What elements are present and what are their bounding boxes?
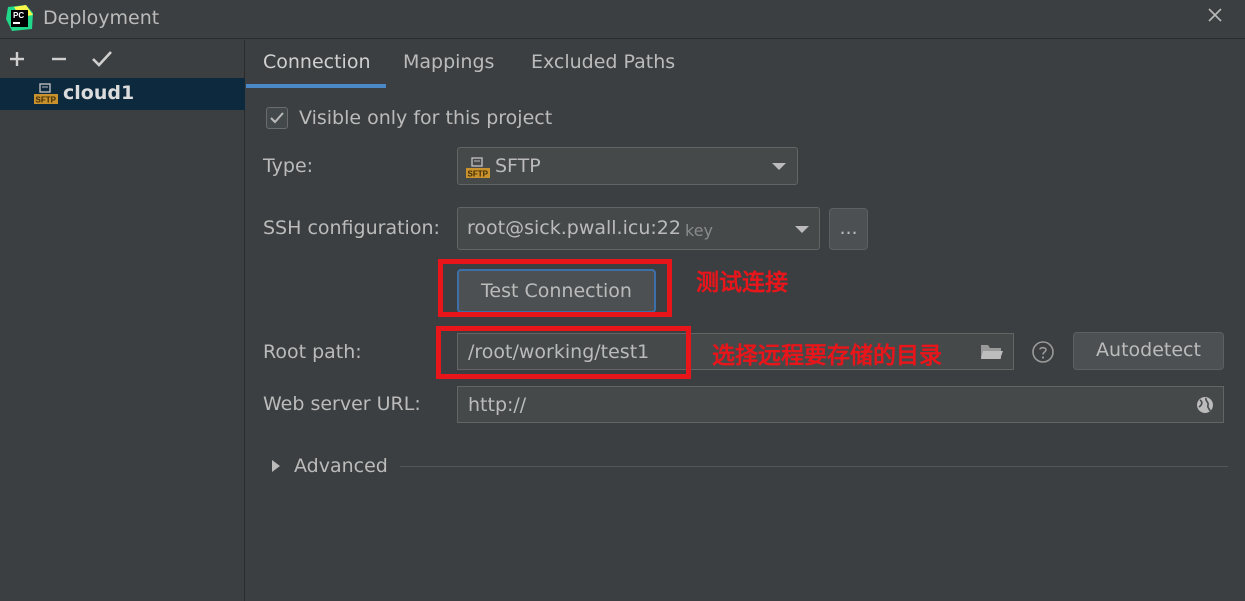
web-server-url-label: Web server URL: (263, 393, 421, 415)
add-icon[interactable] (5, 48, 29, 70)
advanced-divider (400, 466, 1228, 467)
visible-only-checkbox[interactable] (266, 107, 288, 129)
root-path-annotation: 选择远程要存储的目录 (712, 343, 942, 369)
web-server-url-field[interactable]: http:// (457, 386, 1224, 423)
sftp-type-icon: SFTP (466, 157, 490, 179)
type-dropdown[interactable]: SFTP SFTP (457, 147, 798, 185)
server-list-panel: SFTP cloud1 (0, 40, 245, 601)
advanced-section-label[interactable]: Advanced (294, 455, 388, 477)
expand-arrow-icon[interactable] (270, 459, 282, 473)
type-label: Type: (263, 155, 314, 177)
checkmark-icon[interactable] (90, 48, 114, 70)
chevron-down-icon (795, 226, 809, 233)
tab-excluded-paths[interactable]: Excluded Paths (531, 51, 675, 73)
title-bar: PC Deployment (0, 0, 1245, 39)
ssh-config-more-button[interactable]: ... (829, 208, 868, 250)
help-icon[interactable] (1031, 340, 1055, 364)
visible-only-label: Visible only for this project (299, 107, 553, 129)
ssh-config-value: root@sick.pwall.icu:22 (467, 217, 681, 239)
close-icon[interactable] (1204, 4, 1226, 26)
tab-bar: Connection Mappings Excluded Paths (246, 40, 1245, 90)
server-item-cloud1[interactable]: SFTP cloud1 (0, 78, 245, 110)
globe-icon[interactable] (1195, 395, 1215, 415)
type-value: SFTP (495, 155, 541, 177)
svg-text:PC: PC (13, 11, 24, 20)
tab-mappings[interactable]: Mappings (403, 51, 494, 73)
ssh-config-dropdown[interactable]: root@sick.pwall.icu:22 key (457, 207, 820, 250)
test-connection-annotation: 测试连接 (696, 270, 788, 296)
root-path-highlight (436, 326, 691, 379)
root-path-label: Root path: (263, 341, 362, 363)
tab-connection[interactable]: Connection (263, 51, 371, 73)
sftp-server-icon: SFTP (34, 83, 58, 105)
folder-icon[interactable] (980, 342, 1004, 362)
active-tab-indicator (246, 84, 386, 88)
pycharm-logo-icon: PC (6, 5, 33, 31)
ssh-config-label: SSH configuration: (263, 217, 440, 239)
ssh-auth-hint: key (685, 221, 714, 240)
svg-text:SFTP: SFTP (468, 170, 489, 179)
autodetect-button[interactable]: Autodetect (1073, 332, 1224, 370)
web-server-url-value: http:// (468, 394, 527, 416)
check-icon (270, 112, 284, 124)
svg-text:SFTP: SFTP (36, 96, 57, 105)
server-item-label: cloud1 (63, 82, 135, 104)
window-title: Deployment (43, 7, 160, 29)
chevron-down-icon (772, 163, 786, 170)
remove-icon[interactable] (47, 48, 71, 70)
test-connection-highlight (438, 259, 672, 317)
